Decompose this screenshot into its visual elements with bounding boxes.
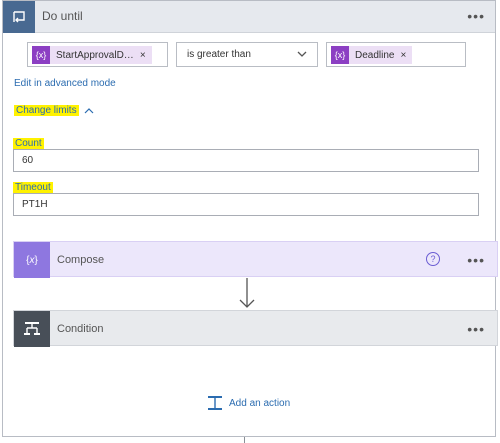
compose-action[interactable]: {x} Compose ? ••• (13, 241, 498, 278)
do-until-card: Do until ••• {x} StartApprovalD… × is gr… (2, 0, 498, 437)
compose-title: Compose (57, 254, 105, 266)
timeout-label: Timeout (13, 182, 53, 193)
condition-icon (14, 311, 50, 347)
change-limits-label: Change limits (14, 105, 79, 116)
arrow-down-icon (239, 278, 255, 308)
condition-title: Condition (57, 323, 104, 335)
add-action-icon (208, 396, 222, 410)
add-action-button[interactable]: Add an action (207, 395, 290, 411)
token-label: Deadline (355, 49, 395, 61)
right-operand-field[interactable]: {x} Deadline × (326, 42, 466, 67)
count-input[interactable] (13, 149, 479, 172)
timeout-input[interactable] (13, 193, 479, 216)
chevron-up-icon (84, 108, 94, 114)
help-icon[interactable]: ? (426, 252, 440, 266)
edit-advanced-mode-link[interactable]: Edit in advanced mode (14, 78, 116, 89)
variable-icon: {x} (331, 46, 349, 64)
loop-icon (3, 1, 35, 33)
connector-line (244, 437, 245, 443)
add-action-label: Add an action (229, 397, 291, 409)
compose-more-icon[interactable]: ••• (467, 252, 485, 268)
count-label: Count (13, 138, 44, 149)
remove-token-icon[interactable]: × (400, 50, 406, 61)
token-label: StartApprovalD… (56, 49, 134, 61)
remove-token-icon[interactable]: × (140, 50, 146, 61)
chevron-down-icon (297, 51, 307, 57)
condition-more-icon[interactable]: ••• (467, 321, 485, 337)
deadline-token[interactable]: {x} Deadline × (331, 46, 413, 64)
card-title: Do until (42, 9, 83, 23)
condition-action[interactable]: Condition ••• (13, 310, 498, 347)
operator-select[interactable]: is greater than (176, 42, 318, 67)
compose-icon: {x} (14, 242, 50, 278)
variable-icon: {x} (32, 46, 50, 64)
more-options-icon[interactable]: ••• (467, 8, 485, 24)
left-operand-field[interactable]: {x} StartApprovalD… × (27, 42, 168, 67)
change-limits-toggle[interactable]: Change limits (14, 105, 94, 116)
operator-value: is greater than (187, 49, 251, 60)
start-approval-token[interactable]: {x} StartApprovalD… × (32, 46, 152, 64)
card-header[interactable]: Do until ••• (3, 1, 495, 33)
